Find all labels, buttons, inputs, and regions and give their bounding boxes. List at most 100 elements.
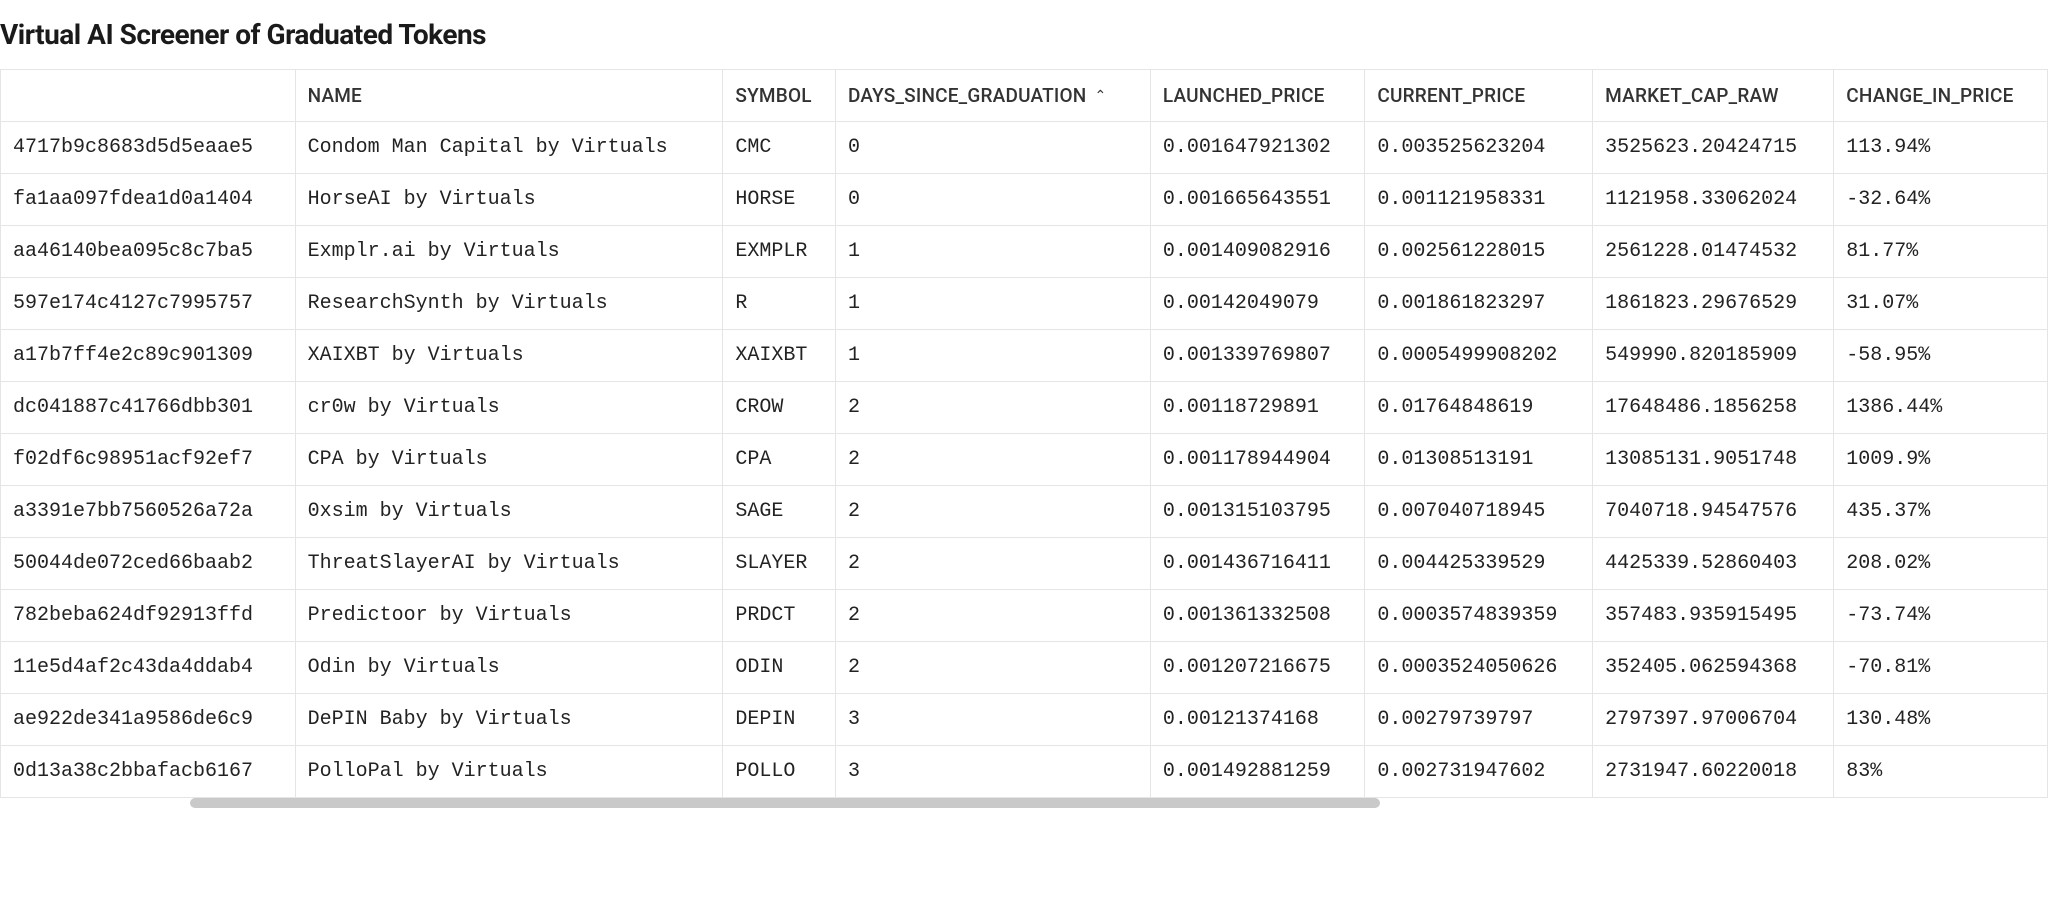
cell-current-price: 0.002731947602: [1365, 746, 1593, 798]
cell-symbol: PRDCT: [723, 590, 836, 642]
cell-id: 4717b9c8683d5d5eaae5: [0, 122, 296, 174]
cell-current-price: 0.001121958331: [1365, 174, 1593, 226]
cell-market-cap-raw: 352405.062594368: [1593, 642, 1834, 694]
table-header-row: NAME SYMBOL DAYS_SINCE_GRADUATION ⌃ LAUN…: [0, 70, 2048, 122]
cell-name: CPA by Virtuals: [296, 434, 724, 486]
cell-launched-price: 0.001178944904: [1151, 434, 1365, 486]
cell-market-cap-raw: 17648486.1856258: [1593, 382, 1834, 434]
table-row[interactable]: 597e174c4127c7995757ResearchSynth by Vir…: [0, 278, 2048, 330]
cell-days-since-graduation: 1: [836, 226, 1151, 278]
col-header-id[interactable]: [0, 70, 296, 122]
cell-launched-price: 0.001207216675: [1151, 642, 1365, 694]
cell-name: PolloPal by Virtuals: [296, 746, 724, 798]
table-row[interactable]: dc041887c41766dbb301cr0w by VirtualsCROW…: [0, 382, 2048, 434]
table-row[interactable]: a17b7ff4e2c89c901309XAIXBT by VirtualsXA…: [0, 330, 2048, 382]
col-header-symbol[interactable]: SYMBOL: [723, 70, 836, 122]
cell-days-since-graduation: 3: [836, 694, 1151, 746]
cell-symbol: ODIN: [723, 642, 836, 694]
table-row[interactable]: fa1aa097fdea1d0a1404HorseAI by VirtualsH…: [0, 174, 2048, 226]
cell-symbol: EXMPLR: [723, 226, 836, 278]
horizontal-scrollbar-track[interactable]: [0, 798, 2048, 810]
cell-name: Exmplr.ai by Virtuals: [296, 226, 724, 278]
cell-days-since-graduation: 2: [836, 538, 1151, 590]
cell-launched-price: 0.00118729891: [1151, 382, 1365, 434]
table-row[interactable]: a3391e7bb7560526a72a0xsim by VirtualsSAG…: [0, 486, 2048, 538]
cell-change-in-price: -70.81%: [1834, 642, 2048, 694]
table-row[interactable]: aa46140bea095c8c7ba5Exmplr.ai by Virtual…: [0, 226, 2048, 278]
cell-change-in-price: 83%: [1834, 746, 2048, 798]
col-header-launched-price[interactable]: LAUNCHED_PRICE: [1151, 70, 1365, 122]
cell-days-since-graduation: 3: [836, 746, 1151, 798]
cell-name: ThreatSlayerAI by Virtuals: [296, 538, 724, 590]
table-row[interactable]: 0d13a38c2bbafacb6167PolloPal by Virtuals…: [0, 746, 2048, 798]
cell-market-cap-raw: 357483.935915495: [1593, 590, 1834, 642]
col-header-days-since-graduation[interactable]: DAYS_SINCE_GRADUATION ⌃: [836, 70, 1151, 122]
table-row[interactable]: 782beba624df92913ffdPredictoor by Virtua…: [0, 590, 2048, 642]
table-scroll-container[interactable]: NAME SYMBOL DAYS_SINCE_GRADUATION ⌃ LAUN…: [0, 69, 2048, 810]
cell-market-cap-raw: 549990.820185909: [1593, 330, 1834, 382]
cell-name: XAIXBT by Virtuals: [296, 330, 724, 382]
cell-days-since-graduation: 2: [836, 590, 1151, 642]
table-row[interactable]: 50044de072ced66baab2ThreatSlayerAI by Vi…: [0, 538, 2048, 590]
cell-symbol: SLAYER: [723, 538, 836, 590]
cell-days-since-graduation: 0: [836, 174, 1151, 226]
cell-current-price: 0.003525623204: [1365, 122, 1593, 174]
cell-current-price: 0.004425339529: [1365, 538, 1593, 590]
col-header-current-price[interactable]: CURRENT_PRICE: [1365, 70, 1593, 122]
table-body: 4717b9c8683d5d5eaae5Condom Man Capital b…: [0, 122, 2048, 798]
cell-name: 0xsim by Virtuals: [296, 486, 724, 538]
cell-days-since-graduation: 2: [836, 434, 1151, 486]
cell-current-price: 0.0003574839359: [1365, 590, 1593, 642]
cell-change-in-price: 1386.44%: [1834, 382, 2048, 434]
cell-launched-price: 0.001665643551: [1151, 174, 1365, 226]
cell-id: dc041887c41766dbb301: [0, 382, 296, 434]
cell-market-cap-raw: 13085131.9051748: [1593, 434, 1834, 486]
col-header-market-cap-raw[interactable]: MARKET_CAP_RAW: [1593, 70, 1834, 122]
table-row[interactable]: 11e5d4af2c43da4ddab4Odin by VirtualsODIN…: [0, 642, 2048, 694]
cell-change-in-price: -58.95%: [1834, 330, 2048, 382]
cell-launched-price: 0.00142049079: [1151, 278, 1365, 330]
cell-launched-price: 0.00121374168: [1151, 694, 1365, 746]
horizontal-scrollbar-thumb[interactable]: [190, 798, 1380, 808]
cell-days-since-graduation: 1: [836, 278, 1151, 330]
col-header-change-in-price[interactable]: CHANGE_IN_PRICE: [1834, 70, 2048, 122]
cell-current-price: 0.001861823297: [1365, 278, 1593, 330]
cell-days-since-graduation: 2: [836, 486, 1151, 538]
cell-days-since-graduation: 2: [836, 642, 1151, 694]
cell-days-since-graduation: 1: [836, 330, 1151, 382]
cell-name: ResearchSynth by Virtuals: [296, 278, 724, 330]
table-row[interactable]: ae922de341a9586de6c9DePIN Baby by Virtua…: [0, 694, 2048, 746]
cell-market-cap-raw: 3525623.20424715: [1593, 122, 1834, 174]
cell-name: Condom Man Capital by Virtuals: [296, 122, 724, 174]
cell-symbol: HORSE: [723, 174, 836, 226]
cell-symbol: CROW: [723, 382, 836, 434]
cell-launched-price: 0.001492881259: [1151, 746, 1365, 798]
cell-change-in-price: -32.64%: [1834, 174, 2048, 226]
table-row[interactable]: 4717b9c8683d5d5eaae5Condom Man Capital b…: [0, 122, 2048, 174]
cell-market-cap-raw: 1861823.29676529: [1593, 278, 1834, 330]
cell-market-cap-raw: 2797397.97006704: [1593, 694, 1834, 746]
cell-days-since-graduation: 2: [836, 382, 1151, 434]
cell-symbol: R: [723, 278, 836, 330]
cell-change-in-price: 31.07%: [1834, 278, 2048, 330]
cell-id: f02df6c98951acf92ef7: [0, 434, 296, 486]
cell-name: DePIN Baby by Virtuals: [296, 694, 724, 746]
cell-id: 597e174c4127c7995757: [0, 278, 296, 330]
cell-name: cr0w by Virtuals: [296, 382, 724, 434]
col-header-name[interactable]: NAME: [296, 70, 724, 122]
sort-asc-icon: ⌃: [1094, 88, 1106, 104]
cell-change-in-price: 208.02%: [1834, 538, 2048, 590]
cell-id: aa46140bea095c8c7ba5: [0, 226, 296, 278]
cell-launched-price: 0.001647921302: [1151, 122, 1365, 174]
cell-id: a17b7ff4e2c89c901309: [0, 330, 296, 382]
tokens-table: NAME SYMBOL DAYS_SINCE_GRADUATION ⌃ LAUN…: [0, 70, 2048, 798]
cell-symbol: XAIXBT: [723, 330, 836, 382]
cell-current-price: 0.0005499908202: [1365, 330, 1593, 382]
cell-launched-price: 0.001436716411: [1151, 538, 1365, 590]
cell-current-price: 0.007040718945: [1365, 486, 1593, 538]
table-row[interactable]: f02df6c98951acf92ef7CPA by VirtualsCPA20…: [0, 434, 2048, 486]
cell-current-price: 0.002561228015: [1365, 226, 1593, 278]
cell-launched-price: 0.001339769807: [1151, 330, 1365, 382]
cell-change-in-price: 435.37%: [1834, 486, 2048, 538]
cell-current-price: 0.0003524050626: [1365, 642, 1593, 694]
